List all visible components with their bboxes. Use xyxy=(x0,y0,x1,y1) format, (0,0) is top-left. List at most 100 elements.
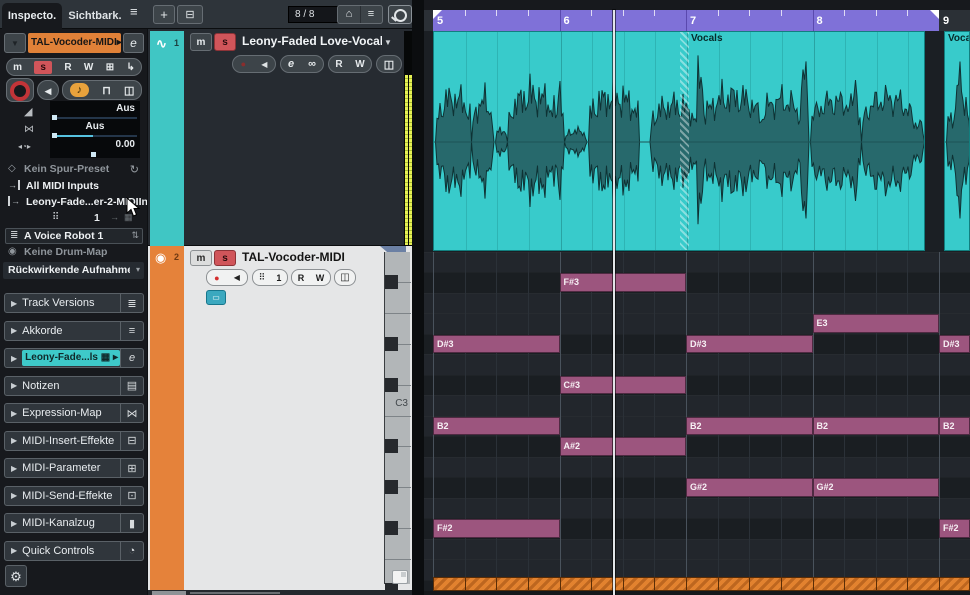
inspector-section-midi-kanalzug[interactable]: ▶MIDI-Kanalzug▮ xyxy=(4,513,144,533)
black-key-C#3[interactable] xyxy=(385,378,398,392)
section-expand-icon[interactable]: ▶ xyxy=(11,436,17,445)
drum-map-row[interactable]: ◉ Keine Drum-Map xyxy=(0,246,147,260)
audio-event[interactable]: Vocals xyxy=(433,31,925,251)
volume-slider[interactable] xyxy=(52,117,137,119)
section-expand-icon[interactable]: ▶ xyxy=(11,354,17,363)
inspector-section-midi-insert-effekte[interactable]: ▶MIDI-Insert-Effekte⊟ xyxy=(4,431,144,451)
black-key-F#2[interactable] xyxy=(385,521,398,535)
midi-channel-row[interactable]: ⠿ 1 → ▦ xyxy=(0,212,147,227)
inspector-section-track-versions[interactable]: ▶Track Versions≣ xyxy=(4,293,144,313)
sliced-audio-event[interactable] xyxy=(528,577,561,591)
quantize-note-icon[interactable]: ♪ xyxy=(70,83,90,97)
track2-color-strip[interactable]: ◉ 2 xyxy=(150,246,184,590)
zoom-button[interactable] xyxy=(388,5,412,24)
track1-header[interactable]: ∿ 1 m s Leony-Faded Love-Vocals ▼ ● ◀ e … xyxy=(148,29,412,246)
track1-edit-button[interactable]: e xyxy=(288,58,294,70)
inspector-section-quick-controls[interactable]: ▶Quick Controls◔ xyxy=(4,541,144,561)
timeline-ruler[interactable]: 56789 xyxy=(424,10,970,31)
track1-name-dropdown-icon[interactable]: ▼ xyxy=(384,38,392,47)
sliced-audio-event[interactable] xyxy=(781,577,814,591)
track2-header[interactable]: ◉ 2 m s TAL-Vocoder-MIDI ● ◀ ⠿ 1 R W ◫ ▭… xyxy=(148,246,412,590)
cycle-end-handle[interactable] xyxy=(930,10,939,19)
black-key-D#3[interactable] xyxy=(385,337,398,351)
midi-note-fs3[interactable]: F#3 xyxy=(560,273,687,292)
track1-channel-strip-icon[interactable]: ◫ xyxy=(384,58,394,71)
black-key-F#3[interactable] xyxy=(385,275,398,289)
inspector-section-leony-fade-ls[interactable]: ▶Leony-Fade...ls ▦ ▸e xyxy=(4,348,144,368)
track1-write-button[interactable]: W xyxy=(355,59,364,70)
piano-keyboard[interactable]: C3 xyxy=(384,252,410,584)
sliced-audio-event[interactable] xyxy=(465,577,498,591)
midi-note-fs2[interactable]: F#2 xyxy=(433,519,560,538)
midi-note-ds3[interactable]: D#3 xyxy=(939,335,970,354)
lanes-icon[interactable]: ◫ xyxy=(124,84,134,97)
editor-page-icon[interactable] xyxy=(392,570,408,584)
write-automation-button[interactable]: W xyxy=(84,62,93,73)
retrospective-record-dropdown[interactable]: Rückwirkende Aufnahme ▾ xyxy=(3,262,144,279)
delay-handle[interactable] xyxy=(91,152,96,157)
inspector-section-expression-map[interactable]: ▶Expression-Map⋈ xyxy=(4,403,144,423)
midi-note-cs3[interactable]: C#3 xyxy=(560,376,687,395)
section-expand-icon[interactable]: ▶ xyxy=(11,519,17,528)
track2-write-button[interactable]: W xyxy=(316,273,325,283)
section-expand-icon[interactable]: ▶ xyxy=(11,381,17,390)
section-expand-icon[interactable]: ▶ xyxy=(11,326,17,335)
sliced-audio-event[interactable] xyxy=(591,577,624,591)
track2-name[interactable]: TAL-Vocoder-MIDI xyxy=(242,250,377,264)
black-key-G#2[interactable] xyxy=(385,480,398,494)
track2-solo-button[interactable]: s xyxy=(214,250,236,266)
midi-note-fs2[interactable]: F#2 xyxy=(939,519,970,538)
track2-channel-strip-icon[interactable]: ◫ xyxy=(340,272,349,283)
midi-input-row[interactable]: → All MIDI Inputs xyxy=(0,180,147,194)
record-enable-button[interactable] xyxy=(6,78,34,102)
home-icon[interactable]: ⌂ xyxy=(338,6,361,23)
track1-color-strip[interactable]: ∿ 1 xyxy=(150,31,184,246)
tab-visibility[interactable]: Sichtbark. xyxy=(64,3,126,29)
sliced-audio-event[interactable] xyxy=(718,577,751,591)
inspector-section-midi-send-effekte[interactable]: ▶MIDI-Send-Effekte⊡ xyxy=(4,486,144,506)
section-expand-icon[interactable]: ▶ xyxy=(11,299,17,308)
track2-record-icon[interactable]: ● xyxy=(214,273,219,283)
reload-icon[interactable]: ↻ xyxy=(130,163,139,176)
sliced-audio-event[interactable] xyxy=(907,577,940,591)
sidebar-menu-icon[interactable]: ≡ xyxy=(130,4,138,19)
inspector-track-title[interactable]: TAL-Vocoder-MIDI▸ xyxy=(28,33,121,53)
track2-read-button[interactable]: R xyxy=(298,273,305,283)
track2-mute-button[interactable]: m xyxy=(190,250,212,266)
midi-note-e3[interactable]: E3 xyxy=(813,314,940,333)
track1-name[interactable]: Leony-Faded Love-Vocals xyxy=(242,34,382,48)
edit-channel-button[interactable]: e xyxy=(123,33,144,53)
midi-output-row[interactable]: → Leony-Fade...er-2-MIDIIn xyxy=(0,196,147,210)
midi-note-b2[interactable]: B2 xyxy=(433,417,560,436)
inplace-editor-button[interactable]: ▭ xyxy=(206,290,226,305)
track-presets-button[interactable]: ⊟ xyxy=(177,5,203,24)
section-expand-icon[interactable]: ▶ xyxy=(11,409,17,418)
inspector-section-akkorde[interactable]: ▶Akkorde≡ xyxy=(4,321,144,341)
add-track-button[interactable]: + xyxy=(153,5,175,24)
solo-button[interactable]: s xyxy=(34,61,52,74)
read-automation-button[interactable]: R xyxy=(64,62,71,73)
track3-header-partial[interactable] xyxy=(148,590,412,595)
sliced-audio-event[interactable] xyxy=(654,577,687,591)
sliced-audio-event[interactable] xyxy=(813,577,846,591)
panel-divider[interactable] xyxy=(412,0,424,595)
monitor-button[interactable]: ◀ xyxy=(37,80,59,100)
lock-icon[interactable]: ⊓ xyxy=(102,84,111,97)
midi-note-ds3[interactable]: D#3 xyxy=(686,335,813,354)
track1-read-button[interactable]: R xyxy=(335,59,342,70)
section-expand-icon[interactable]: ▶ xyxy=(11,491,17,500)
selected-part-chip[interactable]: Leony-Fade...ls ▦ ▸ xyxy=(22,350,120,366)
sliced-audio-event[interactable] xyxy=(686,577,719,591)
track-preset-row[interactable]: ◇ Kein Spur-Preset ↻ xyxy=(0,163,147,177)
mute-button[interactable]: m xyxy=(13,62,22,73)
playhead[interactable] xyxy=(613,10,615,595)
inspector-settings-button[interactable]: ⚙ xyxy=(5,565,27,587)
sliced-audio-event[interactable] xyxy=(939,577,970,591)
sliced-audio-event[interactable] xyxy=(560,577,593,591)
track1-link-icon[interactable]: ∞ xyxy=(308,58,316,70)
list-icon[interactable]: ≡ xyxy=(360,6,382,23)
section-expand-icon[interactable]: ▶ xyxy=(11,546,17,555)
track1-solo-button[interactable]: s xyxy=(214,33,236,51)
audio-event[interactable]: Vocals xyxy=(944,31,970,251)
sliced-audio-event[interactable] xyxy=(623,577,656,591)
